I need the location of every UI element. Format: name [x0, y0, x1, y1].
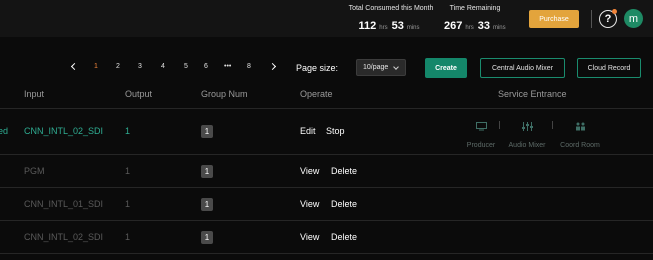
view-button[interactable]: View — [300, 166, 319, 176]
hrs-unit: hrs — [465, 25, 474, 31]
remaining-mins: 33 — [477, 20, 490, 32]
delete-button[interactable]: Delete — [331, 166, 357, 176]
coord-room-label: Coord Room — [560, 142, 600, 149]
page-link[interactable]: 3 — [138, 63, 142, 70]
page-size-label: Page size: — [296, 63, 339, 73]
mins-unit: mins — [492, 25, 506, 31]
remaining-label: Time Remaining — [449, 5, 501, 12]
column-header-group-num: Group Num — [201, 89, 248, 99]
pagination: 1 2 3 4 5 6 ••• 8 — [0, 60, 290, 76]
edit-button[interactable]: Edit — [300, 126, 316, 136]
producer-entry[interactable]: Producer — [462, 118, 500, 149]
column-header-output: Output — [125, 89, 153, 99]
row-divider — [0, 108, 653, 109]
remaining-hours: 267 — [444, 20, 463, 32]
delete-button[interactable]: Delete — [331, 199, 357, 209]
view-button[interactable]: View — [300, 232, 319, 242]
coord-room-entry[interactable]: Coord Room — [556, 118, 604, 149]
chevron-down-icon — [393, 64, 399, 70]
row-divider — [0, 154, 653, 155]
page-size-select[interactable]: 10/page — [356, 59, 406, 76]
create-button[interactable]: Create — [425, 58, 467, 78]
output-cell: 1 — [125, 126, 131, 136]
group-num-badge: 1 — [201, 198, 213, 211]
producer-label: Producer — [466, 142, 496, 149]
purchase-button[interactable]: Purchase — [529, 10, 579, 28]
input-cell[interactable]: CNN_INTL_02_SDI — [24, 232, 103, 242]
page-link[interactable]: 1 — [94, 63, 98, 70]
column-header-service-entrance: Service Entrance — [498, 89, 567, 99]
input-cell[interactable]: PGM — [24, 166, 45, 176]
avatar[interactable]: m — [624, 9, 643, 28]
audio-mixer-icon — [521, 122, 533, 131]
page-link[interactable]: 5 — [184, 63, 188, 70]
page-link[interactable]: 6 — [204, 63, 208, 70]
remaining-stat: Time Remaining 267 hrs 33 mins — [444, 5, 506, 34]
output-cell: 1 — [125, 232, 131, 242]
top-bar: Total Consumed this Month 112 hrs 53 mins T… — [0, 0, 653, 37]
group-num-badge: 1 — [201, 125, 213, 138]
column-header-operate: Operate — [300, 89, 333, 99]
consumed-hours: 112 — [358, 20, 377, 32]
input-cell[interactable]: CNN_INTL_02_SDI — [24, 126, 103, 136]
producer-icon — [475, 122, 487, 131]
header-divider — [591, 10, 592, 28]
consumed-label: Total Consumed this Month — [348, 5, 434, 12]
service-divider — [499, 121, 500, 129]
view-button[interactable]: View — [300, 199, 319, 209]
group-num-badge: 1 — [201, 165, 213, 178]
chevron-left-icon[interactable] — [70, 62, 79, 71]
row-divider — [0, 187, 653, 188]
page-ellipsis[interactable]: ••• — [224, 63, 231, 70]
output-cell: 1 — [125, 166, 131, 176]
consumed-stat: Total Consumed this Month 112 hrs 53 mins — [338, 5, 444, 34]
notification-dot — [612, 9, 617, 14]
input-cell[interactable]: CNN_INTL_01_SDI — [24, 199, 103, 209]
page-link[interactable]: 8 — [247, 63, 251, 70]
stop-button[interactable]: Stop — [326, 126, 345, 136]
central-audio-mixer-button[interactable]: Central Audio Mixer — [480, 58, 565, 78]
audio-mixer-entry[interactable]: Audio Mixer — [503, 118, 551, 149]
chevron-right-icon[interactable] — [268, 62, 277, 71]
consumed-mins: 53 — [391, 20, 404, 32]
group-num-badge: 1 — [201, 231, 213, 244]
row-divider — [0, 253, 653, 254]
coord-room-icon — [575, 122, 585, 131]
audio-mixer-label: Audio Mixer — [508, 142, 546, 149]
mins-unit: mins — [406, 25, 420, 31]
row-divider — [0, 220, 653, 221]
page-link[interactable]: 4 — [161, 63, 165, 70]
cloud-record-button[interactable]: Cloud Record — [577, 58, 641, 78]
page-link[interactable]: 2 — [116, 63, 120, 70]
hrs-unit: hrs — [379, 25, 388, 31]
status-text: ed — [0, 126, 9, 136]
service-divider — [552, 121, 553, 129]
page-size-value: 10/page — [363, 64, 389, 71]
output-cell: 1 — [125, 199, 131, 209]
delete-button[interactable]: Delete — [331, 232, 357, 242]
column-header-input: Input — [24, 89, 45, 99]
